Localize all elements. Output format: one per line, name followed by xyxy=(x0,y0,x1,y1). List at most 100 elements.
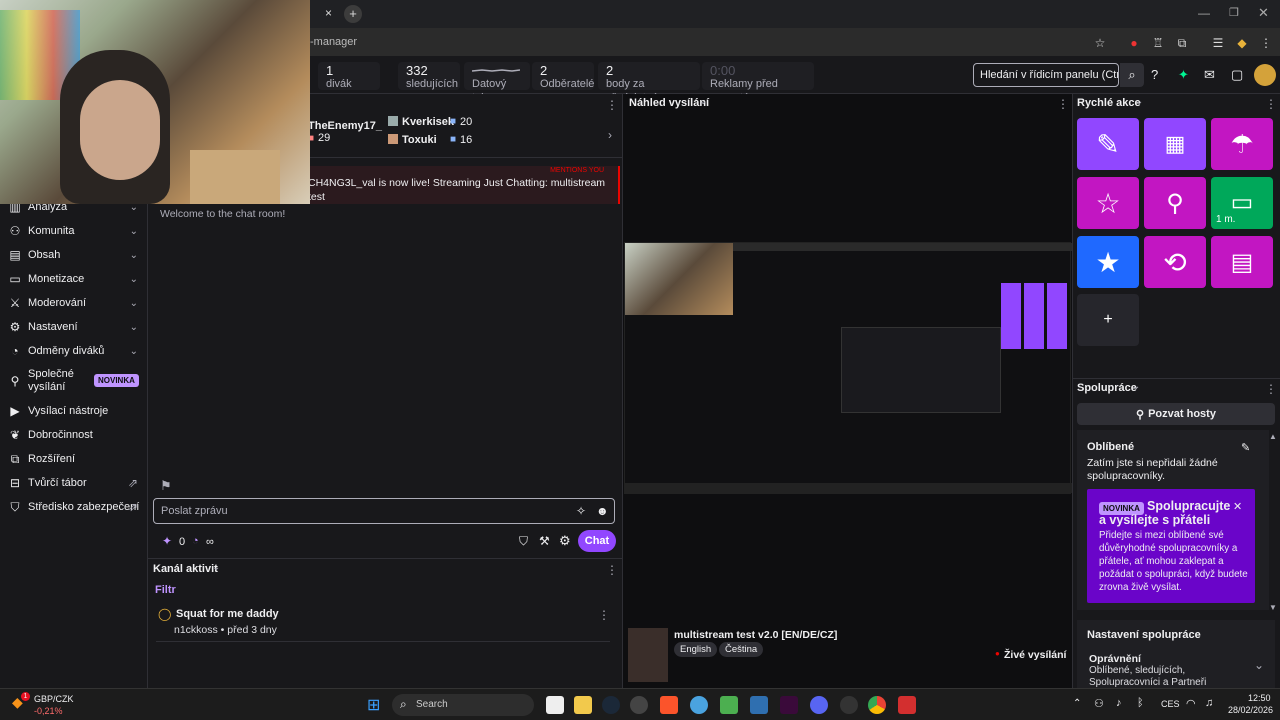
menu-icon[interactable]: ⋮ xyxy=(1258,35,1274,51)
chat-bubble-icon[interactable]: ▢ xyxy=(1231,67,1243,83)
file-explorer-icon[interactable] xyxy=(574,696,592,714)
sidebar-item-broadcast-tools[interactable]: ▶ Vysílací nástroje xyxy=(8,400,144,422)
extension-icon[interactable]: ● xyxy=(1126,35,1142,51)
scroll-up-icon[interactable]: ▲ xyxy=(1269,432,1277,441)
puzzle-icon[interactable]: ⧉ xyxy=(1174,35,1190,51)
sidebar-item-charity[interactable]: ❦ Dobročinnost xyxy=(8,424,144,446)
app-icon[interactable] xyxy=(630,696,648,714)
steam-icon[interactable] xyxy=(602,696,620,714)
more-options-icon[interactable]: ⋮ xyxy=(1265,382,1277,396)
quick-action-ad[interactable]: ▭ 1 m. xyxy=(1211,177,1273,229)
acrobat-icon[interactable] xyxy=(898,696,916,714)
profile-icon[interactable]: ◆ xyxy=(1234,35,1250,51)
permissions-title[interactable]: Oprávnění xyxy=(1089,653,1141,665)
quick-action-clip[interactable]: ▦ xyxy=(1144,118,1206,170)
sidebar-item-settings[interactable]: ⚙ Nastavení ⌄ xyxy=(8,316,144,338)
bookmark-star-icon[interactable]: ☆ xyxy=(1092,35,1108,51)
chrome-icon[interactable] xyxy=(868,696,886,714)
quick-action-layout[interactable]: ▤ xyxy=(1211,236,1273,288)
chevron-right-icon[interactable]: › xyxy=(608,128,612,142)
scroll-down-icon[interactable]: ▼ xyxy=(1269,603,1277,612)
quick-action-featured[interactable]: ★ xyxy=(1077,236,1139,288)
mail-icon[interactable]: ✉ xyxy=(1204,67,1215,83)
task-view-icon[interactable] xyxy=(546,696,564,714)
close-tab-icon[interactable]: × xyxy=(325,6,332,20)
stream-preview-title[interactable]: Náhled vysílání xyxy=(629,97,709,109)
sidebar-item-collab-stream[interactable]: ⚲ Společné vysílání NOVINKA xyxy=(8,368,144,398)
chevron-down-icon[interactable]: ⌄ xyxy=(212,562,220,573)
add-quick-action-button[interactable]: + xyxy=(1077,294,1139,346)
app-icon-3[interactable] xyxy=(750,696,768,714)
chevron-down-icon[interactable]: ⌄ xyxy=(699,96,707,107)
url-text[interactable]: -manager xyxy=(310,36,357,48)
language-indicator[interactable]: CES xyxy=(1161,699,1180,709)
quick-action-reset[interactable]: ⟲ xyxy=(1144,236,1206,288)
activity-item[interactable]: ◯ Squat for me daddy n1ckkoss • před 3 d… xyxy=(156,606,610,642)
obs-icon[interactable] xyxy=(840,696,858,714)
scrollbar[interactable]: ▲ ▼ xyxy=(1269,432,1277,612)
chevron-down-icon[interactable]: ⌄ xyxy=(1132,381,1140,392)
chevron-up-icon[interactable]: ⌃ xyxy=(1073,698,1081,709)
wifi-icon[interactable]: ◠ xyxy=(1186,697,1196,710)
app-icon-2[interactable] xyxy=(690,696,708,714)
stream-tag[interactable]: Čeština xyxy=(719,642,764,657)
invite-guests-button[interactable]: ⚲ Pozvat hosty xyxy=(1077,403,1275,425)
bluetooth-icon[interactable]: ᛒ xyxy=(1137,697,1144,709)
mic-icon[interactable]: ♪ xyxy=(1116,697,1122,709)
quick-action-add-mod[interactable]: ⚲ xyxy=(1144,177,1206,229)
quick-action-raid[interactable]: ☂ xyxy=(1211,118,1273,170)
network-icon[interactable]: ⚇ xyxy=(1094,697,1104,710)
more-options-icon[interactable]: ⋮ xyxy=(606,563,618,577)
pencil-icon[interactable]: ✎ xyxy=(1241,441,1250,454)
sidebar-item-moderation[interactable]: ⚔ Moderování ⌄ xyxy=(8,292,144,314)
discord-icon[interactable] xyxy=(810,696,828,714)
sidebar-item-monetization[interactable]: ▭ Monetizace ⌄ xyxy=(8,268,144,290)
activity-feed-title[interactable]: Kanál aktivit xyxy=(153,563,218,575)
quick-action-edit-stream[interactable]: ✎ xyxy=(1077,118,1139,170)
reading-list-icon[interactable]: ☰ xyxy=(1210,35,1226,51)
video-preview[interactable] xyxy=(624,242,1072,494)
gear-icon[interactable]: ⚙ xyxy=(559,533,571,549)
chat-send-button[interactable]: Chat xyxy=(578,530,616,552)
dashboard-search-input[interactable]: Hledání v řídicím panelu (Ctrl + xyxy=(973,63,1119,87)
more-options-icon[interactable]: ⋮ xyxy=(598,608,610,622)
restore-icon[interactable]: ❐ xyxy=(1229,6,1239,19)
emote-icon[interactable]: ☻ xyxy=(596,504,609,518)
clock-time[interactable]: 12:50 xyxy=(1248,693,1271,703)
quick-actions-title[interactable]: Rychlé akce xyxy=(1077,97,1141,109)
mod-tools-icon[interactable]: ⚒ xyxy=(539,534,550,548)
channel-points-icon[interactable]: ✦ xyxy=(162,534,172,548)
more-options-icon[interactable]: ⋮ xyxy=(606,98,618,112)
more-options-icon[interactable]: ⋮ xyxy=(1057,97,1069,111)
chevron-down-icon[interactable]: ⌄ xyxy=(1135,96,1143,107)
avatar[interactable] xyxy=(1254,64,1276,86)
sidebar-item-safety-center[interactable]: ⛉ Středisko zabezpečení ⇗ xyxy=(8,496,144,518)
help-icon[interactable]: ? xyxy=(1151,67,1158,82)
chevron-down-icon[interactable]: ⌄ xyxy=(1254,658,1264,672)
sparkle-icon[interactable]: ✧ xyxy=(576,504,586,518)
chat-input[interactable]: Poslat zprávu ✧ ☻ xyxy=(153,498,615,524)
sidebar-item-viewer-rewards[interactable]: ◔ Odměny diváků ⌄ xyxy=(8,340,144,362)
search-icon[interactable]: ⌕ xyxy=(1120,63,1144,87)
sidebar-item-extensions[interactable]: ⧉ Rozšíření xyxy=(8,448,144,470)
volume-icon[interactable]: ♫ xyxy=(1205,697,1213,709)
app-icon-4[interactable] xyxy=(780,696,798,714)
windows-start-icon[interactable]: ⊞ xyxy=(367,695,380,715)
sidebar-item-creator-camp[interactable]: ⊟ Tvůrčí tábor ⇗ xyxy=(8,472,144,494)
sidebar-item-community[interactable]: ⚇ Komunita ⌄ xyxy=(8,220,144,242)
sidebar-item-content[interactable]: ▤ Obsah ⌄ xyxy=(8,244,144,266)
new-tab-button[interactable]: + xyxy=(344,5,362,23)
extension-icon-2[interactable]: ♖ xyxy=(1150,35,1166,51)
minecraft-icon[interactable] xyxy=(720,696,738,714)
more-options-icon[interactable]: ⋮ xyxy=(1265,97,1277,111)
taskbar-search[interactable]: ⌕ Search xyxy=(392,694,534,716)
close-window-icon[interactable]: ✕ xyxy=(1258,5,1269,21)
brave-icon[interactable] xyxy=(660,696,678,714)
pin-icon[interactable]: ⚑ xyxy=(160,478,172,494)
minimize-icon[interactable]: — xyxy=(1198,6,1210,20)
close-icon[interactable]: ✕ xyxy=(1233,500,1242,513)
quick-action-highlight[interactable]: ☆ xyxy=(1077,177,1139,229)
clock-date[interactable]: 28/02/2026 xyxy=(1228,705,1273,715)
shield-icon[interactable]: ⛉ xyxy=(519,534,528,549)
stream-tag[interactable]: English xyxy=(674,642,718,657)
